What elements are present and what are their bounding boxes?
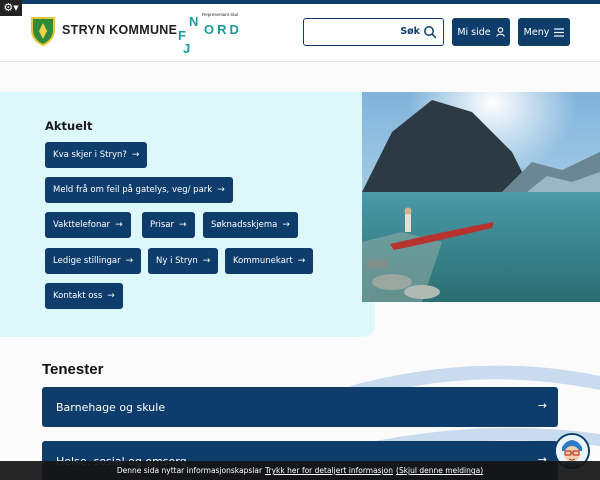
- mi-side-label: Mi side: [457, 26, 491, 38]
- meny-label: Meny: [523, 26, 550, 38]
- brand-name[interactable]: STRYN KOMMUNE: [62, 23, 177, 37]
- cookie-details-link[interactable]: Trykk her for detaljert informasjon: [265, 466, 393, 475]
- link-prisar[interactable]: Prisar →: [142, 212, 195, 238]
- arrow-right-icon: →: [297, 256, 306, 266]
- link-kontakt-oss[interactable]: Kontakt oss →: [45, 283, 123, 309]
- link-kommunekart[interactable]: Kommunekart →: [225, 248, 314, 274]
- arrow-right-icon: →: [178, 220, 187, 230]
- arrow-right-icon: →: [115, 220, 123, 230]
- nordfjord-logo[interactable]: Representant skul N ORD F J: [178, 12, 248, 56]
- cookie-banner: Denne sida nyttar informasjonskapslar Tr…: [0, 461, 600, 480]
- cookie-text: Denne sida nyttar informasjonskapslar: [116, 466, 263, 475]
- meny-button[interactable]: Meny: [518, 18, 570, 46]
- search-input[interactable]: Søk: [303, 18, 444, 46]
- caret-down-icon: ▼: [13, 4, 19, 12]
- mi-side-button[interactable]: Mi side: [452, 18, 510, 46]
- service-barnehage-og-skule[interactable]: Barnehage og skule →: [42, 387, 558, 427]
- arrow-right-icon: →: [282, 220, 290, 230]
- link-meld-fra-om-feil[interactable]: Meld frå om feil på gatelys, veg/ park →: [45, 177, 233, 203]
- site-header: STRYN KOMMUNE Representant skul N ORD F …: [0, 4, 600, 62]
- link-soknadsskjema[interactable]: Søknadsskjema →: [203, 212, 298, 238]
- link-ny-i-stryn[interactable]: Ny i Stryn →: [148, 248, 219, 274]
- tenester-heading: Tenester: [42, 361, 104, 378]
- partner-tagline: Representant skul: [202, 12, 239, 17]
- arrow-right-icon: →: [537, 399, 547, 412]
- search-icon[interactable]: [423, 25, 437, 39]
- arrow-right-icon: →: [107, 291, 115, 301]
- link-kva-skjer[interactable]: Kva skjer i Stryn? →: [45, 142, 148, 168]
- nordfjord-letter-n: N: [189, 14, 199, 29]
- hamburger-icon: [554, 27, 565, 37]
- nordfjord-letter-j: J: [183, 41, 191, 56]
- cookie-hide-link[interactable]: (Skjul denne meldinga): [396, 466, 483, 475]
- user-icon: [495, 27, 505, 37]
- search-label: Søk: [400, 26, 420, 37]
- settings-menu[interactable]: ⚙▼: [0, 0, 22, 16]
- service-label: Barnehage og skule: [56, 400, 166, 414]
- link-ledige-stillingar[interactable]: Ledige stillingar →: [45, 248, 142, 274]
- arrow-right-icon: →: [202, 256, 211, 266]
- nordfjord-letters-ord: ORD: [204, 22, 242, 37]
- arrow-right-icon: →: [217, 185, 225, 195]
- arrow-right-icon: →: [125, 256, 134, 266]
- gear-icon: ⚙: [3, 1, 14, 14]
- arrow-right-icon: →: [131, 150, 140, 160]
- hero-image-fjord-kayak: [362, 92, 600, 302]
- aktuelt-heading: Aktuelt: [45, 119, 93, 133]
- coat-of-arms-icon[interactable]: [30, 16, 56, 47]
- link-vakttelefonar[interactable]: Vakttelefonar →: [45, 212, 131, 238]
